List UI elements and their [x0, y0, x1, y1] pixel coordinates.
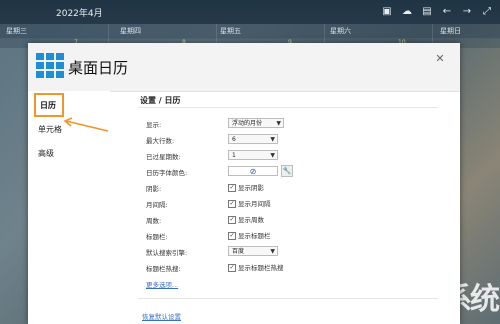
app-title: 桌面日历: [68, 59, 129, 77]
chevron-down-icon: ▼: [270, 136, 275, 143]
title-hot-option: 显示标题栏热搜: [238, 264, 284, 272]
title-bar-label: 标题栏:: [146, 233, 168, 241]
weekday-label: 星期四: [120, 27, 141, 35]
divider: [138, 107, 438, 108]
max-rows-value: 6: [232, 136, 236, 143]
search-engine-value: 百度: [232, 248, 245, 255]
chevron-down-icon: ▼: [276, 120, 281, 127]
week-num-option: 显示周数: [238, 216, 264, 224]
sidebar-item-label: 日历: [40, 101, 56, 110]
title-bar-checkbox-row[interactable]: ✓ 显示标题栏: [228, 230, 271, 240]
font-color-picker[interactable]: ⊘: [228, 166, 278, 176]
cloud-icon[interactable]: ☁: [400, 5, 414, 19]
calendar-month-title: 2022年4月: [56, 9, 103, 19]
month-gap-option: 显示月间隔: [238, 200, 271, 208]
search-engine-label: 默认搜索引擎:: [146, 249, 188, 257]
week-num-label: 周数:: [146, 217, 162, 225]
calendar-icon[interactable]: ▣: [380, 5, 394, 19]
expand-icon[interactable]: ⤢: [480, 5, 494, 19]
annotation-arrow-icon: [63, 117, 109, 132]
max-rows-select[interactable]: 6 ▼: [228, 134, 278, 144]
chevron-down-icon: ▼: [270, 248, 275, 255]
back-arrow-icon[interactable]: ←: [440, 5, 454, 19]
sidebar-item-advanced[interactable]: 高级: [38, 148, 54, 159]
font-color-label: 日历字体颜色:: [146, 169, 188, 177]
display-select[interactable]: 浮动的月份 ▼: [228, 118, 284, 128]
display-label: 显示:: [146, 121, 162, 129]
search-engine-select[interactable]: 百度 ▼: [228, 246, 278, 256]
desktop-calendar-topbar: 2022年4月 ▣ ☁ ▤ ← → ⤢: [0, 0, 500, 24]
weekday-label: 星期日: [440, 27, 461, 35]
checkbox-checked-icon[interactable]: ✓: [228, 200, 236, 208]
settings-content: 设置 / 日历 显示: 浮动的月份 ▼ 最大行数: 6 ▼ 已过星期数: 1 ▼…: [138, 91, 438, 324]
checkbox-checked-icon[interactable]: ✓: [228, 264, 236, 272]
checkbox-checked-icon[interactable]: ✓: [228, 184, 236, 192]
max-rows-label: 最大行数:: [146, 137, 175, 145]
past-weeks-select[interactable]: 1 ▼: [228, 150, 278, 160]
settings-sidebar: 日历 单元格 高级: [28, 91, 110, 324]
weekday-label: 星期六: [330, 27, 351, 35]
past-weeks-label: 已过星期数:: [146, 153, 181, 161]
shadow-label: 阴影:: [146, 185, 162, 193]
close-icon[interactable]: ✕: [434, 53, 446, 65]
week-num-checkbox-row[interactable]: ✓ 显示周数: [228, 214, 264, 224]
shadow-checkbox-row[interactable]: ✓ 显示阴影: [228, 182, 264, 192]
past-weeks-value: 1: [232, 152, 236, 159]
forward-arrow-icon[interactable]: →: [460, 5, 474, 19]
checkbox-checked-icon[interactable]: ✓: [228, 216, 236, 224]
dialog-header: 桌面日历 ✕: [28, 43, 460, 92]
restore-defaults-link[interactable]: 恢复默认设置: [142, 311, 181, 321]
app-logo-icon: [36, 53, 64, 79]
print-icon[interactable]: ▤: [420, 5, 434, 19]
weekday-label: 星期五: [220, 27, 241, 35]
title-bar-option: 显示标题栏: [238, 232, 271, 240]
more-options-link[interactable]: 更多选项...: [146, 279, 178, 289]
settings-dialog: 桌面日历 ✕ 日历 单元格 高级 设置 / 日历 显示: 浮动的月份 ▼ 最大行…: [28, 43, 460, 324]
sidebar-item-cells[interactable]: 单元格: [38, 124, 62, 135]
section-title: 设置 / 日历: [140, 96, 181, 105]
month-gap-label: 月间隔:: [146, 201, 168, 209]
weekday-label: 星期三: [6, 27, 27, 35]
month-gap-checkbox-row[interactable]: ✓ 显示月间隔: [228, 198, 271, 208]
sidebar-item-calendar[interactable]: 日历: [34, 93, 64, 117]
checkbox-checked-icon[interactable]: ✓: [228, 232, 236, 240]
chevron-down-icon: ▼: [270, 152, 275, 159]
display-value: 浮动的月份: [232, 120, 263, 127]
divider: [138, 298, 438, 299]
shadow-option: 显示阴影: [238, 184, 264, 192]
title-hot-label: 标题栏热搜:: [146, 265, 181, 273]
title-hot-checkbox-row[interactable]: ✓ 显示标题栏热搜: [228, 262, 284, 272]
wrench-icon[interactable]: 🔧: [281, 165, 293, 177]
weekday-header-row: 星期三 星期四 星期五 星期六 星期日: [0, 24, 500, 39]
